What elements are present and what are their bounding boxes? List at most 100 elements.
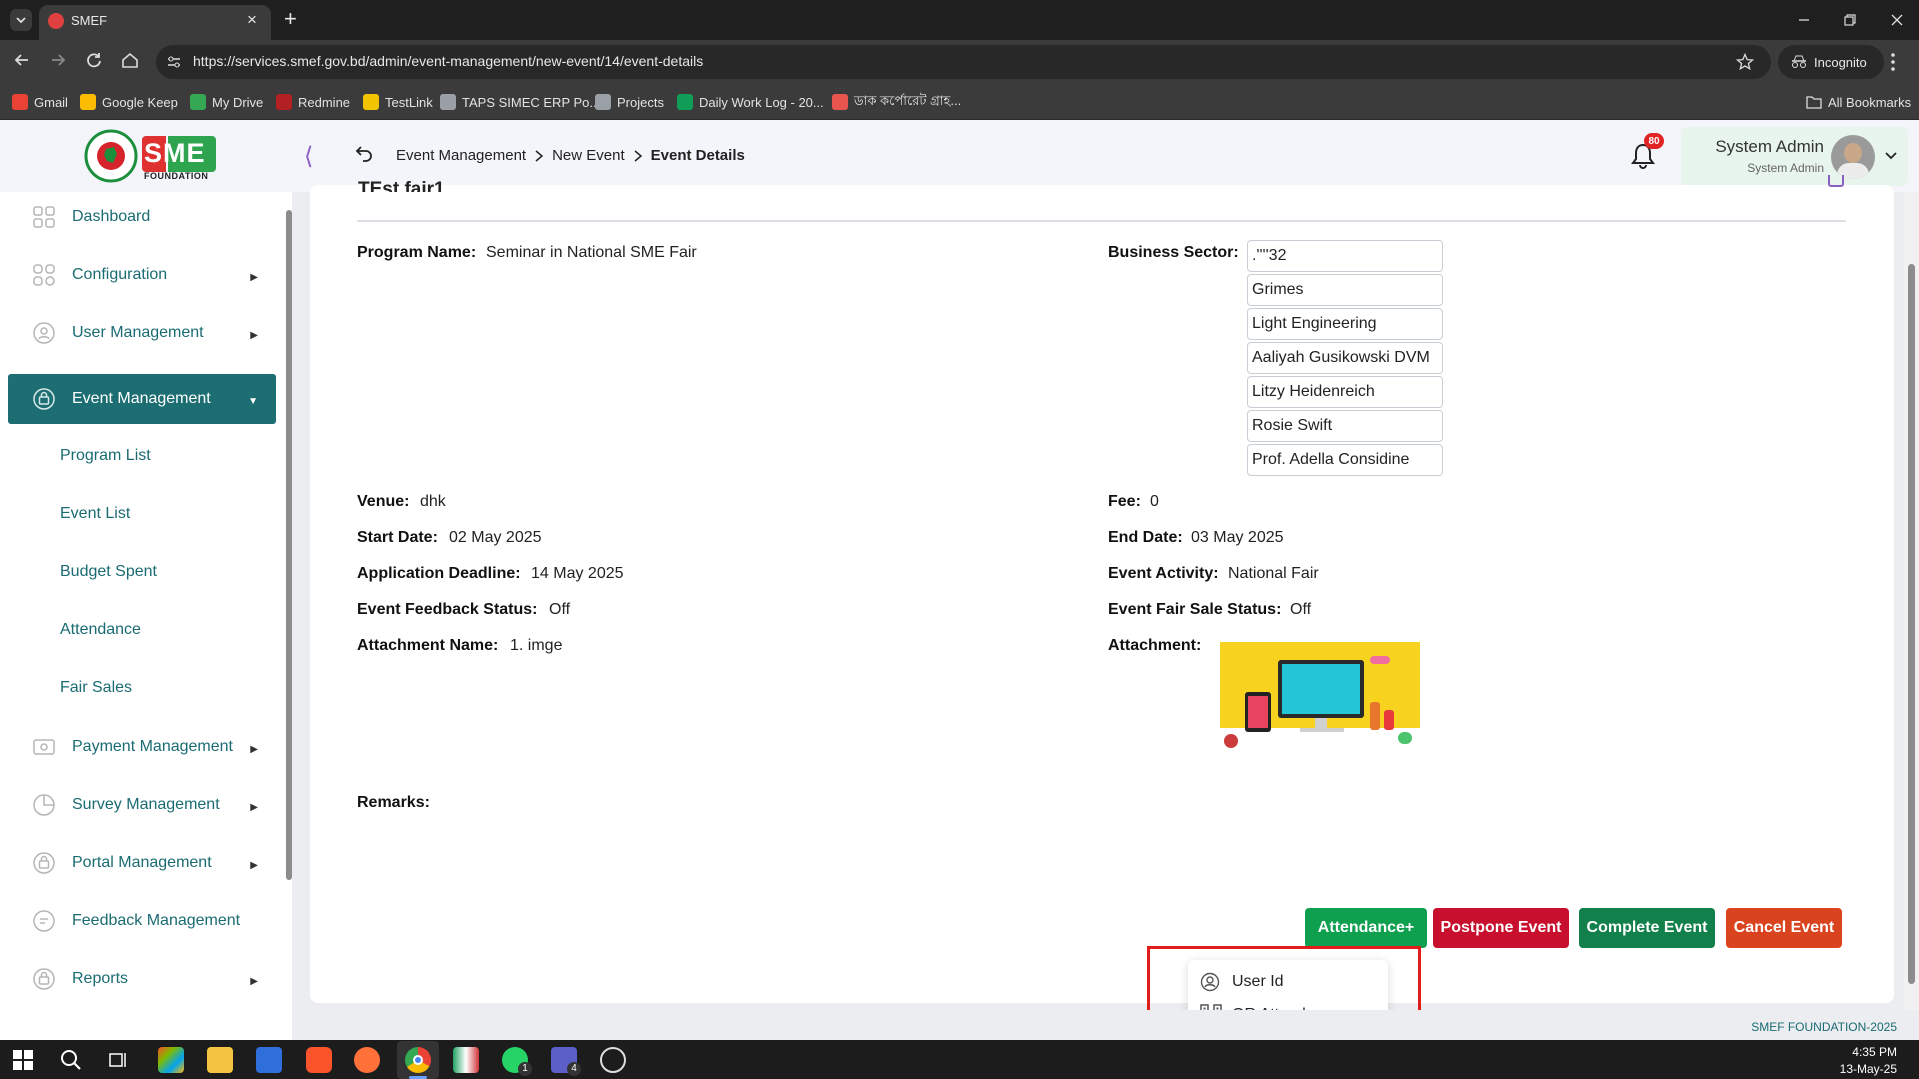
start-date-value: 02 May 2025 [449,529,542,546]
restore-icon[interactable] [1838,8,1862,32]
site-info-icon[interactable] [166,54,182,70]
bangladesh-emblem-icon [84,129,138,183]
chrome-taskbar-button[interactable] [397,1041,439,1079]
bookmark-favicon-icon [595,94,611,110]
browser-menu-icon[interactable] [1890,52,1896,72]
task-view-icon[interactable] [108,1050,128,1070]
collapse-sidebar-icon[interactable]: ⟨ [304,142,313,171]
forward-icon[interactable] [48,50,68,70]
search-icon[interactable] [60,1049,82,1071]
browser-toolbar: https://services.smef.gov.bd/admin/event… [0,40,1919,84]
chevron-down-icon [16,17,26,24]
dashboard-icon [33,206,55,228]
sidebar-subitem-event-list[interactable]: Event List [60,505,130,523]
chevron-right-icon [535,149,544,162]
new-tab-icon[interactable]: + [284,6,297,32]
portal-icon [33,852,55,874]
bookmark-label: Gmail [34,94,68,110]
all-bookmarks[interactable]: All Bookmarks [1806,91,1911,113]
bookmark-item[interactable]: Google Keep [80,91,178,113]
copilot-icon[interactable] [158,1047,184,1073]
bookmark-label: ডাক কর্পোরেট গ্রাহ... [854,92,962,108]
office-app-icon[interactable] [453,1047,479,1073]
event-feedback-status-value: Off [549,601,571,618]
bookmark-item[interactable]: TestLink [363,91,433,113]
breadcrumb-event-management[interactable]: Event Management [396,147,526,164]
back-icon[interactable] [12,50,32,70]
chevron-right-icon: ▶ [250,976,258,987]
bookmark-item[interactable]: Projects [595,91,664,113]
sidebar-item-portal-management[interactable]: Portal Management ▶ [8,838,276,888]
survey-icon [33,794,55,816]
attachment-label: Attachment: [1108,637,1202,654]
attendance-button[interactable]: Attendance+ [1305,908,1427,948]
sidebar-item-feedback-management[interactable]: Feedback Management [8,896,276,946]
sidebar-item-label: Portal Management [72,854,212,871]
chevron-right-icon: ▶ [250,330,258,341]
home-icon[interactable] [120,50,140,70]
windows-start-icon[interactable] [13,1050,33,1070]
breadcrumb-event-details: Event Details [650,147,745,164]
bookmark-star-icon[interactable] [1736,53,1754,71]
bookmark-item[interactable]: My Drive [190,91,263,113]
bookmark-item[interactable]: Gmail [12,91,68,113]
incognito-badge[interactable]: Incognito [1778,45,1884,79]
store-icon[interactable] [256,1047,282,1073]
chevron-right-icon: ▶ [250,860,258,871]
sidebar-subitem-fair-sales[interactable]: Fair Sales [60,679,132,697]
remarks-label: Remarks: [357,794,430,811]
postpone-event-button[interactable]: Postpone Event [1433,908,1569,948]
sidebar: Dashboard Configuration ▶ User Managemen… [0,192,292,1010]
attachment-thumbnail[interactable] [1220,642,1420,766]
sidebar-subitem-budget-spent[interactable]: Budget Spent [60,563,157,581]
sidebar-item-payment-management[interactable]: Payment Management ▶ [8,722,276,772]
obs-icon[interactable] [600,1047,626,1073]
close-tab-icon[interactable]: × [247,10,257,30]
sidebar-subitem-program-list[interactable]: Program List [60,447,151,465]
sidebar-item-survey-management[interactable]: Survey Management ▶ [8,780,276,830]
bookmark-item[interactable]: Daily Work Log - 20... [677,91,824,113]
reload-icon[interactable] [84,50,104,70]
sidebar-item-dashboard[interactable]: Dashboard [8,192,276,242]
bookmark-item[interactable]: ডাক কর্পোরেট গ্রাহ... [832,91,961,113]
file-explorer-icon[interactable] [207,1047,233,1073]
whatsapp-badge: 1 [518,1062,532,1076]
bookmark-label: TAPS SIMEC ERP Po... [462,94,601,110]
cancel-event-button[interactable]: Cancel Event [1726,908,1842,948]
chevron-right-icon: ▶ [250,744,258,755]
sidebar-item-event-management[interactable]: Event Management ▼ [8,374,276,424]
complete-event-button[interactable]: Complete Event [1579,908,1715,948]
sidebar-item-configuration[interactable]: Configuration ▶ [8,250,276,300]
bookmark-label: TestLink [385,94,433,110]
browser-tab-strip: SMEF × + [0,0,1919,40]
business-sector-label: Business Sector: [1108,244,1239,261]
sidebar-item-label: Event Management [72,390,211,407]
minimize-icon[interactable] [1792,8,1816,32]
browser-tab-smef[interactable]: SMEF × [39,5,271,40]
firefox-icon[interactable] [354,1047,380,1073]
brave-icon[interactable] [306,1047,332,1073]
venue-label: Venue: [357,493,410,510]
attachment-name-value: 1. imge [510,637,563,654]
sidebar-item-user-management[interactable]: User Management ▶ [8,308,276,358]
edit-icon[interactable] [1828,175,1844,187]
main-scrollbar[interactable] [1904,192,1919,1010]
breadcrumb-new-event[interactable]: New Event [552,147,625,164]
all-bookmarks-label: All Bookmarks [1828,94,1912,110]
back-arrow-icon[interactable] [354,144,374,162]
tab-search-button[interactable] [10,9,32,31]
title-divider [357,220,1846,222]
sidebar-item-label: Feedback Management [72,912,241,929]
payment-icon [33,739,55,755]
business-sector-item: Rosie Swift [1247,410,1443,442]
sidebar-subitem-attendance[interactable]: Attendance [60,621,141,639]
bookmark-item[interactable]: Redmine [276,91,350,113]
fee-value: 0 [1150,493,1159,510]
bookmark-label: Redmine [298,94,351,110]
windows-taskbar [0,1040,1919,1079]
bookmark-item[interactable]: TAPS SIMEC ERP Po... [440,91,600,113]
sidebar-item-reports[interactable]: Reports ▶ [8,954,276,1004]
close-window-icon[interactable] [1885,8,1909,32]
event-activity-value: National Fair [1228,565,1319,582]
address-bar[interactable]: https://services.smef.gov.bd/admin/event… [156,45,1771,79]
